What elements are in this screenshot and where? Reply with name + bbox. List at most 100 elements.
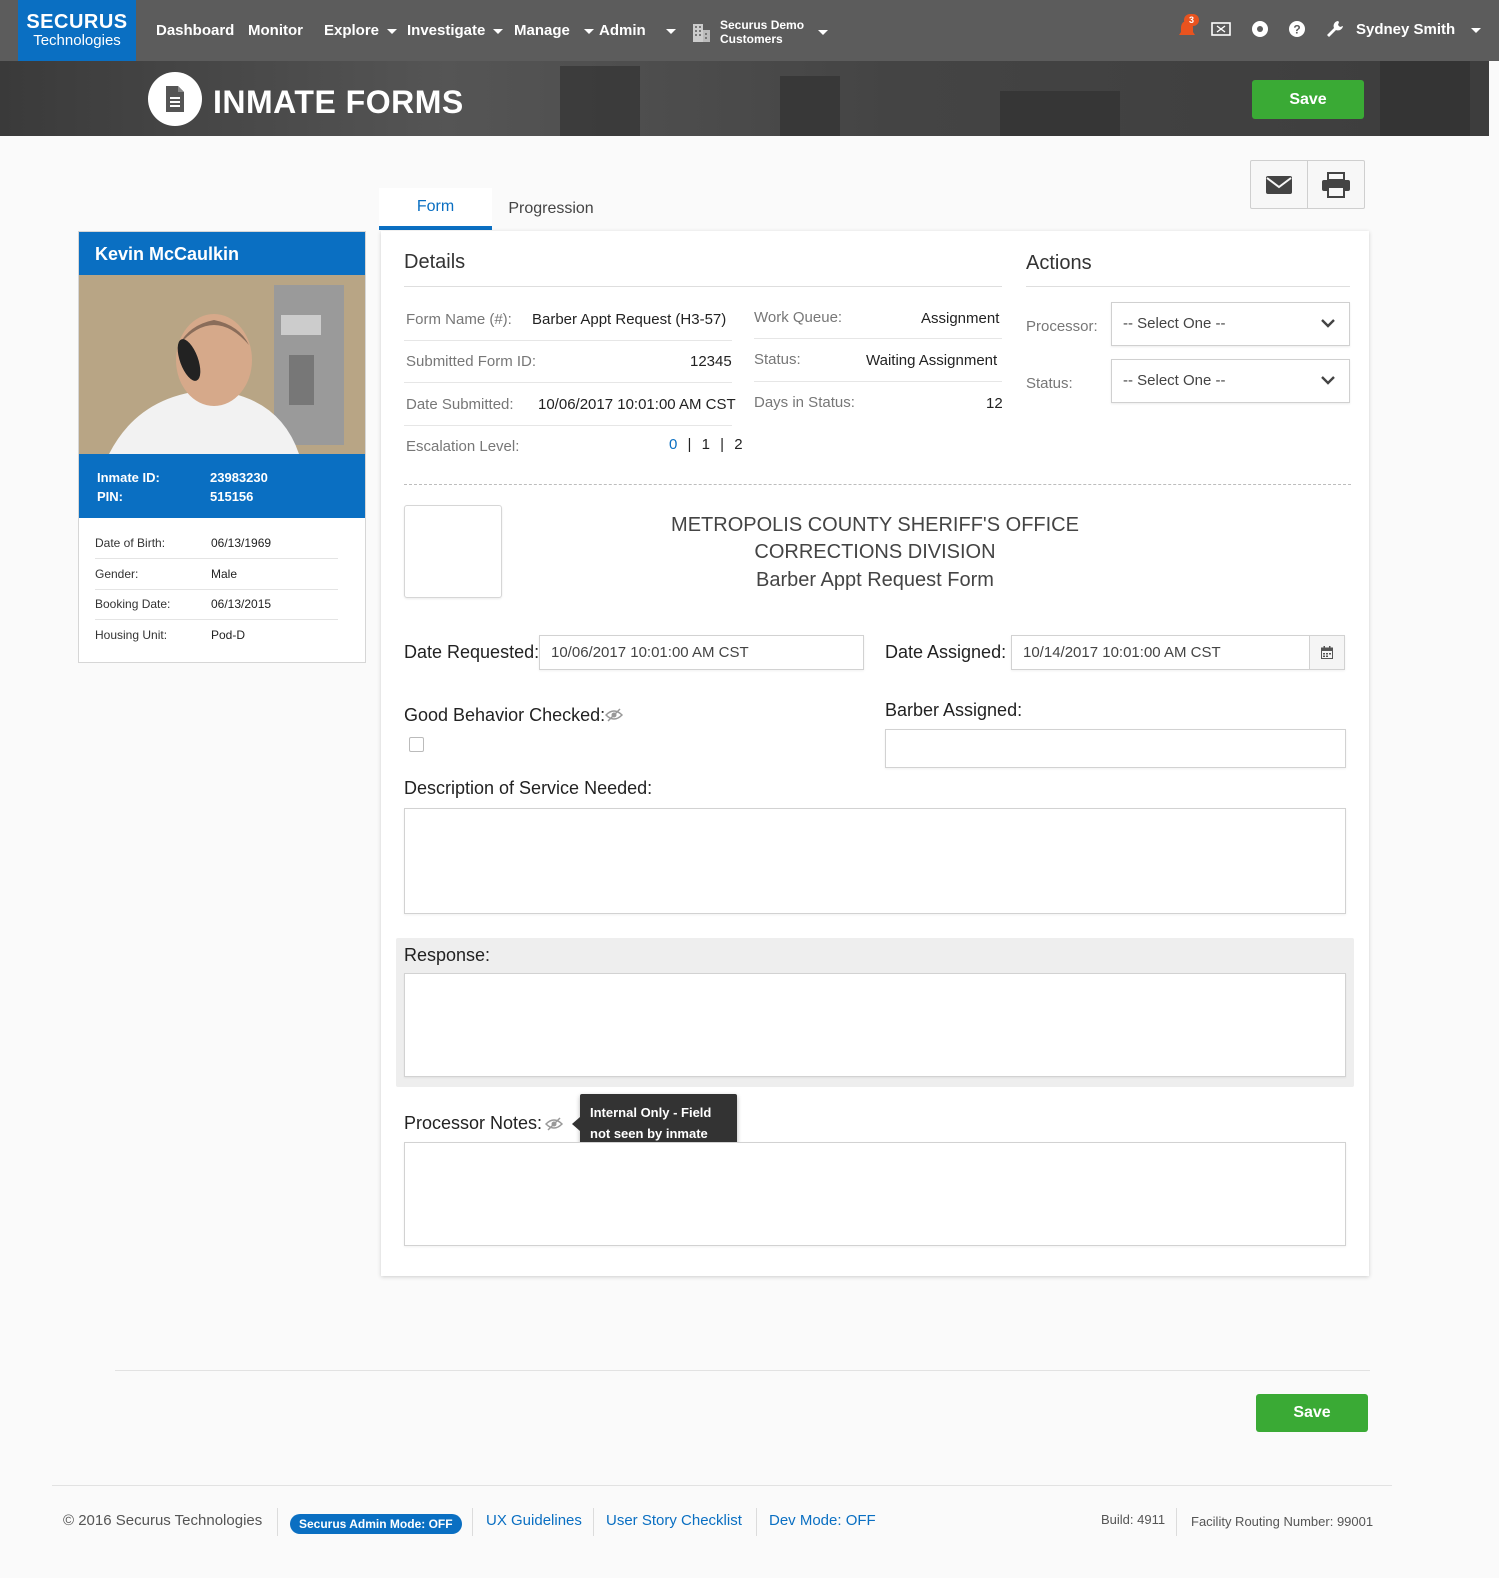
housing-unit-label: Housing Unit: [95, 628, 168, 642]
date-submitted-label: Date Submitted: [406, 396, 514, 413]
form-header-line1: METROPOLIS COUNTY SHERIFF'S OFFICE [671, 514, 1079, 536]
messages-button[interactable] [1210, 18, 1232, 45]
details-heading: Details [404, 251, 466, 273]
row-divider [404, 340, 732, 341]
chevron-down-icon [583, 28, 594, 34]
internal-only-tooltip: Internal Only - Field not seen by inmate [572, 1094, 737, 1149]
action-status-label: Status: [1026, 375, 1073, 392]
housing-unit-value: Pod-D [211, 628, 246, 642]
processor-notes-label: Processor Notes: [404, 1113, 543, 1133]
nav-admin[interactable]: Admin [599, 22, 676, 39]
tab-progression[interactable]: Progression [492, 188, 610, 230]
status-button[interactable] [1249, 18, 1271, 45]
gender-value: Male [211, 567, 238, 581]
print-button[interactable] [1308, 161, 1364, 208]
separator: | [720, 436, 725, 453]
notification-count-badge: 3 [1184, 14, 1200, 26]
gender-label: Gender: [95, 567, 139, 581]
section-divider [404, 484, 1351, 485]
barber-assigned-label: Barber Assigned: [885, 700, 1023, 720]
agency-logo-placeholder [404, 505, 502, 598]
nav-dashboard[interactable]: Dashboard [156, 22, 234, 39]
user-story-checklist-link[interactable]: User Story Checklist [606, 1512, 742, 1529]
date-assigned-input[interactable]: 10/14/2017 10:01:00 AM CST [1011, 635, 1345, 670]
info-row-housing-unit: Housing Unit: Pod-D [95, 628, 338, 650]
save-button[interactable]: Save [1252, 80, 1364, 119]
organization-switcher[interactable]: Securus Demo Customers [690, 18, 829, 46]
actions-heading: Actions [1026, 252, 1092, 274]
user-menu[interactable]: Sydney Smith [1356, 21, 1482, 38]
skyline-building [1380, 61, 1470, 136]
booking-date-value: 06/13/2015 [211, 597, 272, 611]
description-textarea[interactable] [404, 808, 1346, 914]
securus-logo[interactable]: SECURUS Technologies [18, 0, 136, 61]
settings-button[interactable] [1324, 18, 1346, 45]
chevron-down-icon [493, 28, 504, 34]
nav-investigate[interactable]: Investigate [407, 22, 504, 39]
pin-value: 515156 [210, 489, 254, 504]
description-label: Description of Service Needed: [404, 778, 653, 798]
skyline-building [560, 66, 640, 136]
nav-monitor[interactable]: Monitor [248, 22, 303, 39]
calendar-button[interactable] [1309, 636, 1344, 669]
question-icon: ? [1289, 21, 1305, 37]
submitted-form-id-label: Submitted Form ID: [406, 353, 537, 370]
help-button[interactable]: ? [1286, 18, 1308, 45]
inmate-id-value: 23983230 [210, 470, 268, 485]
inmate-id-label: Inmate ID: [97, 470, 160, 485]
escalation-level-0[interactable]: 0 [669, 436, 677, 453]
processor-notes-textarea[interactable] [404, 1142, 1346, 1246]
good-behavior-checkbox[interactable] [409, 737, 424, 752]
copyright-text: © 2016 Securus Technologies [63, 1512, 263, 1529]
info-row-booking-date: Booking Date: 06/13/2015 [95, 597, 338, 620]
eye-slash-icon [605, 708, 623, 722]
status-label: Status: [754, 351, 801, 368]
circle-dot-icon [1252, 21, 1268, 37]
logo-line2: Technologies [33, 32, 121, 49]
response-textarea[interactable] [404, 973, 1346, 1077]
separator: | [687, 436, 692, 453]
dev-mode-link[interactable]: Dev Mode: OFF [769, 1512, 876, 1529]
response-label: Response: [404, 945, 491, 965]
work-queue-value: Assignment [921, 310, 1000, 327]
document-icon [166, 86, 184, 112]
build-number: Build: 4911 [1101, 1512, 1166, 1527]
barber-assigned-input[interactable] [885, 729, 1346, 768]
footer-separator [277, 1508, 278, 1536]
date-assigned-label: Date Assigned: [885, 642, 1007, 662]
email-button[interactable] [1251, 161, 1308, 208]
chevron-down-icon [818, 29, 829, 35]
admin-mode-badge[interactable]: Securus Admin Mode: OFF [290, 1514, 462, 1534]
date-assigned-value: 10/14/2017 10:01:00 AM CST [1023, 644, 1221, 661]
wrench-icon [1327, 21, 1343, 37]
processor-label: Processor: [1026, 318, 1098, 335]
escalation-level-1[interactable]: 1 [702, 436, 710, 453]
processor-select-value: -- Select One -- [1123, 315, 1226, 332]
details-divider [404, 286, 1002, 287]
svg-text:?: ? [1293, 23, 1300, 37]
save-bottom-button[interactable]: Save [1256, 1394, 1368, 1432]
eye-slash-icon[interactable] [545, 1117, 563, 1131]
nav-admin-label: Admin [599, 22, 646, 39]
processor-select[interactable]: -- Select One -- [1111, 302, 1350, 346]
row-divider [754, 381, 1002, 382]
chevron-down-icon [387, 28, 398, 34]
calendar-icon [1321, 646, 1333, 659]
escalation-level-selector: 0 | 1 | 2 [669, 436, 743, 453]
footer-separator [472, 1508, 473, 1536]
escalation-level-2[interactable]: 2 [734, 436, 742, 453]
inmate-id-box: Inmate ID: 23983230 PIN: 515156 [79, 454, 365, 518]
nav-explore[interactable]: Explore [324, 22, 398, 39]
nav-manage[interactable]: Manage [514, 22, 594, 39]
status-select[interactable]: -- Select One -- [1111, 359, 1350, 403]
notifications-button[interactable]: 3 [1176, 14, 1200, 45]
nav-investigate-label: Investigate [407, 22, 486, 39]
date-requested-input[interactable]: 10/06/2017 10:01:00 AM CST [539, 635, 864, 670]
tab-form[interactable]: Form [379, 188, 492, 230]
ux-guidelines-link[interactable]: UX Guidelines [486, 1512, 582, 1529]
facility-routing-number: Facility Routing Number: 99001 [1191, 1514, 1374, 1529]
footer-separator [1176, 1508, 1177, 1536]
dob-label: Date of Birth: [95, 536, 166, 550]
nav-explore-label: Explore [324, 22, 380, 39]
top-navigation-bar: SECURUS Technologies Dashboard Monitor E… [0, 0, 1499, 61]
